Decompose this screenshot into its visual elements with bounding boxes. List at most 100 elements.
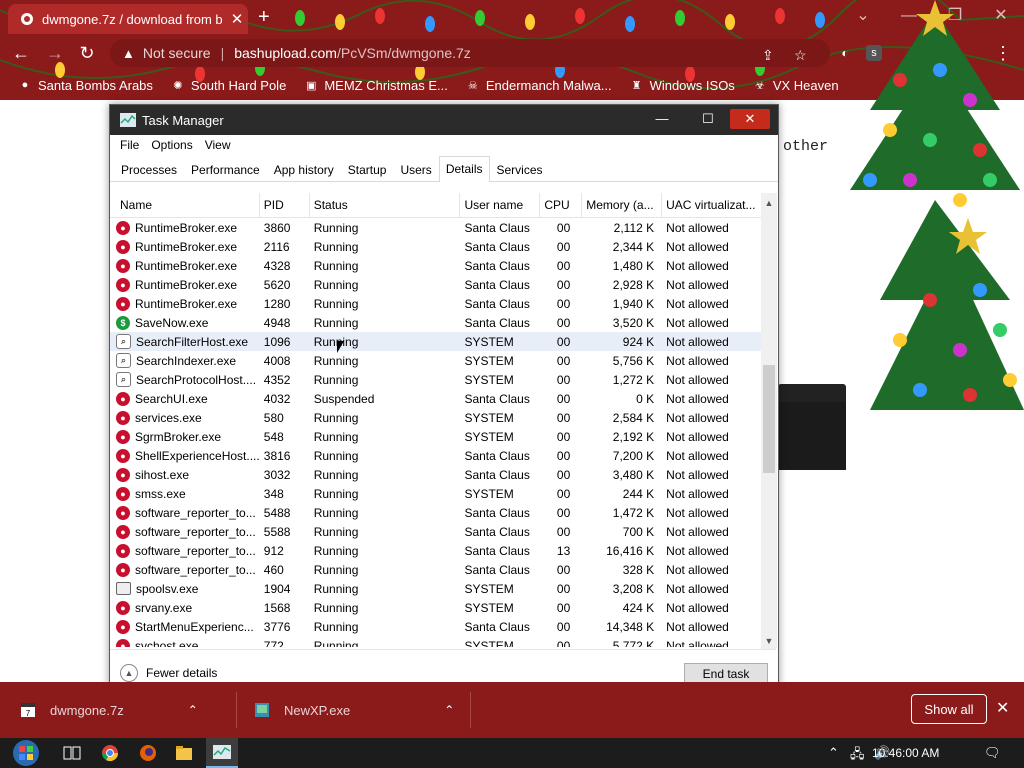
svg-text:7: 7 (26, 709, 31, 718)
taskbar-clock[interactable]: 10:46:00 AM (872, 746, 939, 760)
bookmark-item[interactable]: ● Santa Bombs Arabs (18, 78, 153, 93)
table-row[interactable]: ● software_reporter_to... 460 Running Santa … (110, 560, 762, 579)
close-downloads-icon[interactable]: ✕ (996, 698, 1009, 718)
file-explorer-icon[interactable] (174, 744, 194, 762)
forward-arrow-icon[interactable]: → (44, 42, 66, 64)
table-row[interactable]: ● RuntimeBroker.exe 4328 Running Santa Claus… (110, 256, 762, 275)
table-row[interactable]: ● RuntimeBroker.exe 5620 Running Santa Claus… (110, 275, 762, 294)
tab-users[interactable]: Users (393, 158, 438, 181)
bookmark-item[interactable]: ✺ South Hard Pole (171, 78, 286, 93)
table-row[interactable]: ⌕ SearchProtocolHost.... 4352 Running SYSTEM… (110, 370, 762, 389)
table-row[interactable]: ● StartMenuExperienc... 3776 Running Santa C… (110, 617, 762, 636)
chevron-up-icon[interactable]: ⌃ (188, 703, 198, 717)
tab-close-icon[interactable]: ✕ (226, 10, 248, 28)
task-manager-titlebar[interactable]: Task Manager — ☐ ✕ (110, 105, 778, 135)
bookmark-item[interactable]: ▣ MEMZ Christmas E... (304, 78, 448, 93)
menu-file[interactable]: File (120, 138, 139, 152)
tab-services[interactable]: Services (490, 158, 550, 181)
process-name-cell: ● svchost.exe (110, 638, 260, 647)
warning-icon[interactable]: ▲ (122, 46, 135, 61)
table-row[interactable]: ● sihost.exe 3032 Running Santa Claus 00 3,480… (110, 465, 762, 484)
back-arrow-icon[interactable]: ← (10, 42, 32, 64)
chevron-up-icon[interactable]: ⌃ (444, 703, 454, 717)
menu-options[interactable]: Options (151, 138, 192, 152)
download-item[interactable]: NewXP.exe ⌃ (254, 682, 454, 738)
image-icon: ▣ (306, 79, 317, 92)
new-tab-button[interactable]: + (258, 6, 270, 28)
table-row[interactable]: ● svchost.exe 772 Running SYSTEM 00 5,772 K Not… (110, 636, 762, 647)
tab-app-history[interactable]: App history (267, 158, 341, 181)
table-row[interactable]: ● srvany.exe 1568 Running SYSTEM 00 424 K Not a… (110, 598, 762, 617)
tab-details[interactable]: Details (438, 156, 490, 182)
table-row[interactable]: ● RuntimeBroker.exe 3860 Running Santa Claus… (110, 218, 762, 237)
table-row[interactable]: ● services.exe 580 Running SYSTEM 00 2,584 K No… (110, 408, 762, 427)
tab-startup[interactable]: Startup (341, 158, 394, 181)
table-row[interactable]: ● RuntimeBroker.exe 2116 Running Santa Claus… (110, 237, 762, 256)
tab-performance[interactable]: Performance (184, 158, 267, 181)
process-uac-cell: Not allowed (666, 334, 729, 349)
download-item[interactable]: 7 dwmgone.7z ⌃ (20, 682, 198, 738)
table-row[interactable]: spoolsv.exe 1904 Running SYSTEM 00 3,208 K Not… (110, 579, 762, 598)
process-status-cell: Running (313, 277, 359, 292)
show-hidden-icons-chevron-icon[interactable]: ⌃ (828, 745, 839, 761)
process-mem-cell: 328 K (622, 562, 655, 577)
column-header[interactable]: CPU (540, 193, 583, 217)
column-header[interactable]: Status (310, 193, 461, 217)
column-header[interactable]: UAC virtualizat... (662, 193, 762, 217)
bomb-process-icon: ● (116, 410, 130, 425)
firefox-icon[interactable] (138, 744, 158, 762)
table-row[interactable]: ● software_reporter_to... 912 Running Santa … (110, 541, 762, 560)
table-row[interactable]: ⌕ SearchFilterHost.exe 1096 Running SYSTEM 00… (110, 332, 762, 351)
table-row[interactable]: ● RuntimeBroker.exe 1280 Running Santa Claus… (110, 294, 762, 313)
bookmark-item[interactable]: ♜ Windows ISOs (630, 78, 735, 93)
process-cpu-cell: 00 (556, 334, 571, 349)
menu-view[interactable]: View (205, 138, 231, 152)
tm-maximize-icon[interactable]: ☐ (688, 109, 728, 129)
security-label[interactable]: Not secure (143, 45, 211, 61)
column-header[interactable]: Name (110, 193, 260, 217)
table-row[interactable]: ● SearchUI.exe 4032 Suspended Santa Claus 00 0… (110, 389, 762, 408)
task-manager-window[interactable]: Task Manager — ☐ ✕ File Options View Proce… (109, 104, 779, 698)
table-row[interactable]: $ SaveNow.exe 4948 Running Santa Claus 00 3,52… (110, 313, 762, 332)
tm-close-icon[interactable]: ✕ (730, 109, 770, 129)
table-row[interactable]: ● SgrmBroker.exe 548 Running SYSTEM 00 2,192 K… (110, 427, 762, 446)
chrome-icon[interactable] (100, 744, 120, 762)
address-bar[interactable]: ▲ Not secure | bashupload.com/PcVSm/dwmg… (110, 39, 830, 67)
url-text[interactable]: bashupload.com/PcVSm/dwmgone.7z (234, 45, 471, 61)
column-header[interactable]: User name (460, 193, 541, 217)
process-pid-cell: 3860 (263, 220, 291, 235)
bookmark-label: MEMZ Christmas E... (324, 77, 448, 93)
action-center-icon[interactable]: 🗨 (984, 745, 1001, 761)
process-cpu-cell: 00 (556, 315, 571, 330)
table-row[interactable]: ● ShellExperienceHost.... 3816 Running Santa… (110, 446, 762, 465)
task-manager-taskbar-icon[interactable] (206, 738, 238, 768)
start-button-icon[interactable] (6, 738, 46, 768)
tab-processes[interactable]: Processes (114, 158, 184, 181)
process-status-cell: Running (313, 353, 359, 368)
table-row[interactable]: ⌕ SearchIndexer.exe 4008 Running SYSTEM 00 5,7… (110, 351, 762, 370)
browser-tab[interactable]: dwmgone.7z / download from b ✕ (8, 4, 248, 34)
show-all-button[interactable]: Show all (911, 694, 987, 724)
bookmark-star-icon[interactable]: ☆ (794, 47, 807, 64)
scrollbar-thumb[interactable] (763, 365, 775, 473)
bookmark-item[interactable]: ☠ Endermanch Malwa... (466, 78, 612, 93)
column-header[interactable]: Memory (a... (582, 193, 663, 217)
scroll-down-icon[interactable]: ▼ (761, 633, 777, 649)
tm-minimize-icon[interactable]: — (642, 109, 682, 129)
process-name: SearchIndexer.exe (136, 353, 237, 368)
vertical-scrollbar[interactable]: ▲ ▼ (761, 193, 777, 649)
table-row[interactable]: ● software_reporter_to... 5588 Running Santa… (110, 522, 762, 541)
share-icon[interactable]: ⇪ (762, 47, 774, 64)
process-status-cell: Running (313, 334, 359, 349)
process-user-cell: Santa Claus (464, 524, 530, 539)
process-status-cell: Running (313, 543, 359, 558)
task-view-icon[interactable] (62, 744, 82, 762)
fewer-details-button[interactable]: ▲ Fewer details (120, 664, 217, 682)
column-header[interactable]: PID (260, 193, 310, 217)
network-icon[interactable]: 🖧 (850, 745, 865, 767)
scroll-up-icon[interactable]: ▲ (761, 195, 777, 211)
table-row[interactable]: ● smss.exe 348 Running SYSTEM 00 244 K Not allo… (110, 484, 762, 503)
reload-icon[interactable]: ↻ (76, 42, 98, 64)
bookmark-item[interactable]: ☣ VX Heaven (753, 78, 839, 93)
table-row[interactable]: ● software_reporter_to... 5488 Running Santa… (110, 503, 762, 522)
